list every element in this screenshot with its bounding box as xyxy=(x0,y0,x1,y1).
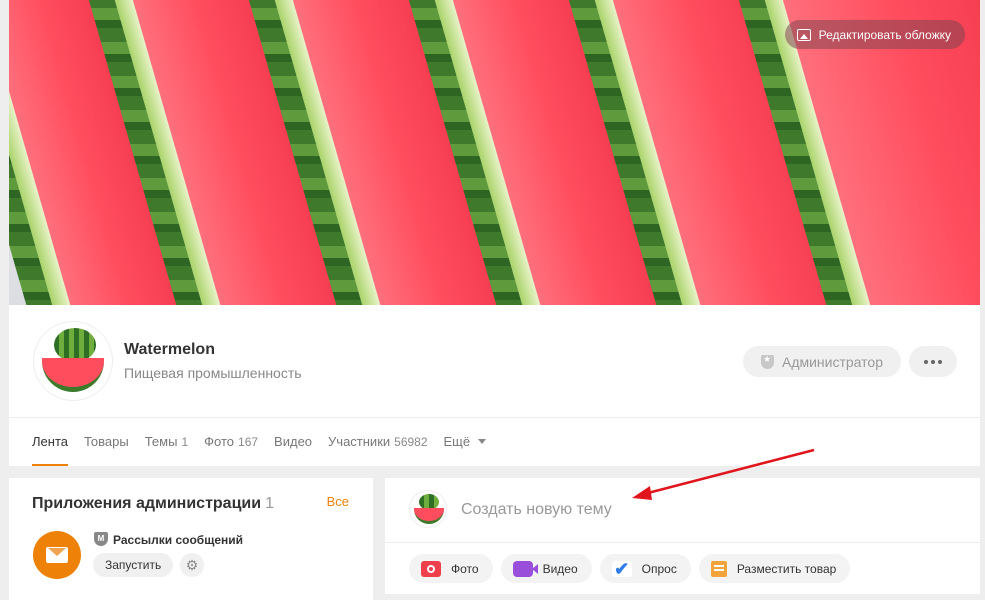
tab-topics[interactable]: Темы 1 xyxy=(145,417,188,466)
cover-image: Редактировать обложку xyxy=(9,0,980,305)
tab-label: Видео xyxy=(274,434,313,449)
envelope-icon xyxy=(46,547,68,563)
image-edit-icon xyxy=(796,28,811,41)
tab-more[interactable]: Ещё xyxy=(444,417,487,466)
dot-icon xyxy=(938,359,942,364)
tab-count: 167 xyxy=(238,434,259,449)
tab-products[interactable]: Товары xyxy=(84,417,129,466)
app-badge-icon: M xyxy=(94,532,108,546)
launch-app-button[interactable]: Запустить xyxy=(93,553,174,577)
administrator-button[interactable]: Администратор xyxy=(743,346,901,377)
add-product-button[interactable]: Разместить товар xyxy=(698,554,851,583)
tab-feed[interactable]: Лента xyxy=(32,417,68,466)
admin-apps-panel: Приложения администрации 1 Все M Рассылки… xyxy=(9,478,373,600)
group-category: Пищевая промышленность xyxy=(124,365,302,381)
tab-count: 1 xyxy=(181,434,189,449)
tab-photos[interactable]: Фото 167 xyxy=(204,417,258,466)
administrator-label: Администратор xyxy=(781,353,883,370)
action-label: Видео xyxy=(542,561,578,576)
app-name[interactable]: Рассылки сообщений xyxy=(113,533,243,547)
chevron-down-icon xyxy=(478,439,487,444)
edit-cover-label: Редактировать обложку xyxy=(818,27,951,42)
tab-label: Товары xyxy=(83,434,129,449)
create-topic-input[interactable]: Создать новую тему xyxy=(461,501,612,519)
tab-label: Фото xyxy=(204,434,235,449)
add-video-button[interactable]: Видео xyxy=(500,554,592,583)
dot-icon xyxy=(924,359,928,364)
product-icon xyxy=(710,560,727,577)
apps-title-text: Приложения администрации xyxy=(32,495,262,512)
action-label: Фото xyxy=(451,561,479,576)
tab-label: Лента xyxy=(32,434,68,449)
action-label: Опрос xyxy=(641,561,677,576)
camera-icon xyxy=(421,560,441,577)
gear-icon: ⚙ xyxy=(185,556,199,573)
create-topic-panel: Создать новую тему Фото Видео ✔ Опрос Ра… xyxy=(385,478,980,594)
apps-all-link[interactable]: Все xyxy=(327,494,349,509)
tab-label: Ещё xyxy=(443,434,471,449)
group-header-card: Watermelon Пищевая промышленность Админи… xyxy=(9,305,980,466)
poll-check-icon: ✔ xyxy=(611,560,632,578)
group-tabs: Лента Товары Темы 1 Фото 167 Видео Участ… xyxy=(32,417,502,466)
watermelon-icon xyxy=(54,328,96,362)
add-photo-button[interactable]: Фото xyxy=(409,554,493,583)
author-avatar xyxy=(409,490,447,528)
tab-label: Темы xyxy=(144,434,178,449)
apps-count: 1 xyxy=(265,495,274,512)
shield-icon xyxy=(760,354,774,369)
apps-panel-title: Приложения администрации 1 xyxy=(32,495,274,513)
group-avatar[interactable] xyxy=(33,321,113,401)
post-actions: Фото Видео ✔ Опрос Разместить товар xyxy=(409,554,851,583)
tab-label: Участники xyxy=(328,434,391,449)
action-label: Разместить товар xyxy=(736,561,837,576)
add-poll-button[interactable]: ✔ Опрос xyxy=(599,554,691,583)
app-settings-button[interactable]: ⚙ xyxy=(180,553,204,577)
edit-cover-button[interactable]: Редактировать обложку xyxy=(784,20,965,49)
group-name[interactable]: Watermelon xyxy=(124,341,215,359)
more-options-button[interactable] xyxy=(909,346,957,377)
tab-members[interactable]: Участники 56982 xyxy=(328,417,427,466)
video-icon xyxy=(512,560,538,577)
watermelon-slice-icon xyxy=(414,508,444,524)
dot-icon xyxy=(931,359,935,364)
app-icon[interactable] xyxy=(33,531,81,579)
divider xyxy=(385,542,980,543)
tab-count: 56982 xyxy=(394,434,428,449)
tab-video[interactable]: Видео xyxy=(274,417,312,466)
watermelon-slice-icon xyxy=(42,358,104,392)
